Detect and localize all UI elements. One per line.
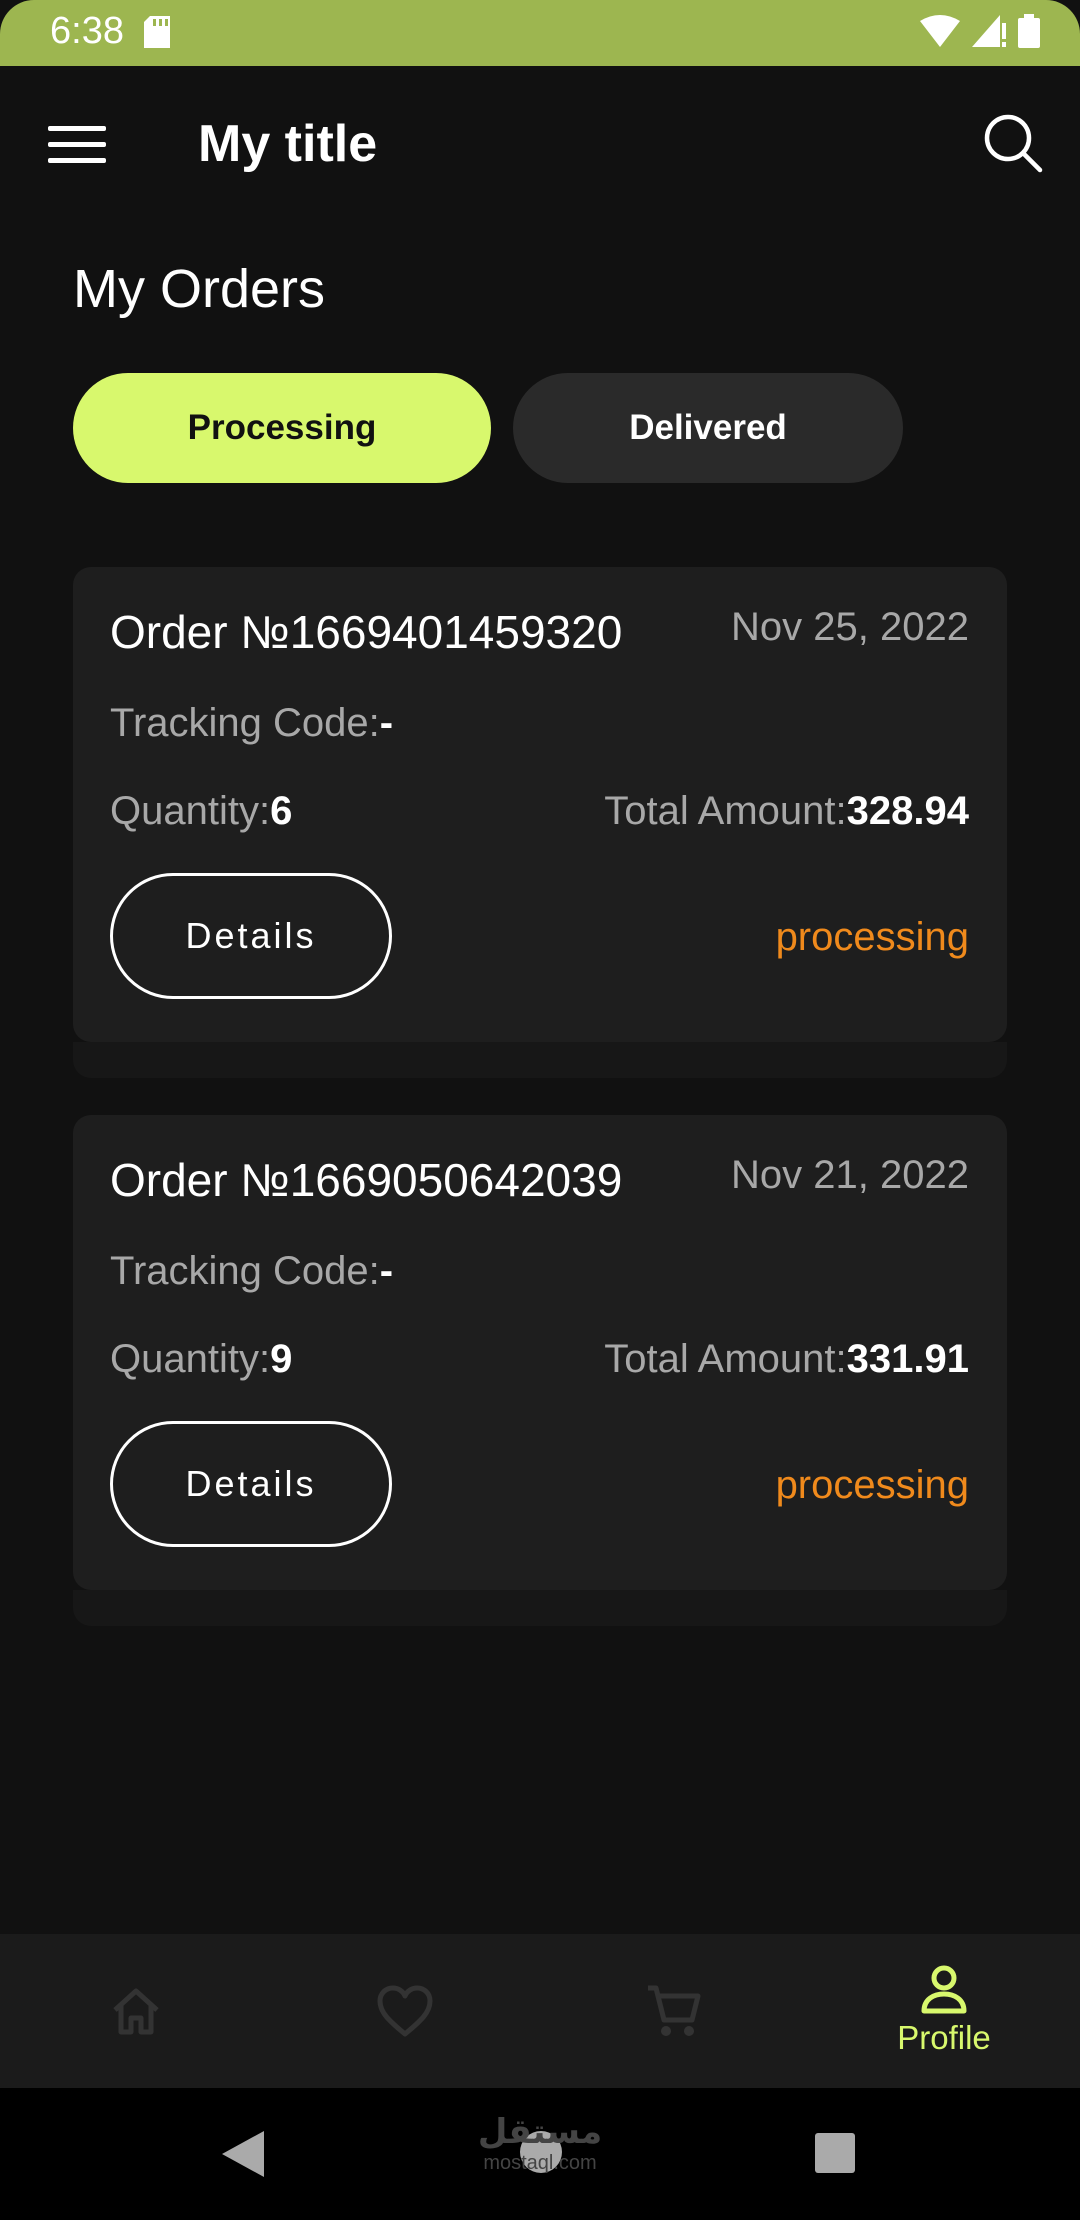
- details-button[interactable]: Details: [110, 873, 392, 999]
- nav-favorites[interactable]: [325, 1934, 485, 2088]
- tracking-code: Tracking Code:-: [110, 1249, 394, 1293]
- order-date: Nov 21, 2022: [731, 1153, 969, 1197]
- status-label: processing: [775, 1463, 969, 1507]
- quantity: Quantity:9: [110, 1337, 293, 1381]
- menu-icon[interactable]: [48, 126, 106, 166]
- order-card: Order №1669401459320 Nov 25, 2022 Tracki…: [73, 567, 1007, 1078]
- total-amount: Total Amount:328.94: [604, 789, 969, 833]
- quantity: Quantity:6: [110, 789, 293, 833]
- app-bar: My title: [0, 66, 1080, 226]
- nav-home[interactable]: [56, 1934, 216, 2088]
- search-icon[interactable]: [982, 112, 1044, 174]
- heart-icon: [377, 1985, 433, 2037]
- tab-delivered[interactable]: Delivered: [513, 373, 903, 483]
- tracking-code: Tracking Code:-: [110, 701, 394, 745]
- status-label: processing: [775, 915, 969, 959]
- back-icon[interactable]: [222, 2131, 264, 2177]
- order-number: Order №1669401459320: [110, 606, 623, 658]
- nav-profile-label: Profile: [897, 2019, 991, 2056]
- nav-profile[interactable]: Profile: [864, 1934, 1024, 2088]
- app-title: My title: [198, 115, 378, 173]
- order-card: Order №1669050642039 Nov 21, 2022 Tracki…: [73, 1115, 1007, 1626]
- signal-icon: [972, 15, 1006, 47]
- watermark: مستقل mostaql.com: [477, 2113, 603, 2174]
- status-bar: 6:38: [0, 0, 1080, 66]
- nav-cart[interactable]: [594, 1934, 754, 2088]
- page-title: My Orders: [73, 259, 326, 319]
- wifi-icon: [920, 15, 960, 47]
- recents-icon[interactable]: [815, 2133, 855, 2173]
- tab-processing[interactable]: Processing: [73, 373, 491, 483]
- system-navigation-bar: مستقل mostaql.com: [0, 2088, 1080, 2220]
- order-number: Order №1669050642039: [110, 1154, 623, 1206]
- details-button[interactable]: Details: [110, 1421, 392, 1547]
- cart-icon: [648, 1985, 701, 2036]
- person-icon: [921, 1965, 967, 2014]
- bottom-navigation: Profile: [0, 1934, 1080, 2088]
- status-time: 6:38: [50, 10, 124, 52]
- battery-icon: [1018, 14, 1040, 48]
- order-date: Nov 25, 2022: [731, 605, 969, 649]
- sd-card-icon: [144, 16, 170, 48]
- system-icons: [920, 14, 1040, 48]
- total-amount: Total Amount:331.91: [604, 1337, 969, 1381]
- home-icon: [113, 1988, 159, 2035]
